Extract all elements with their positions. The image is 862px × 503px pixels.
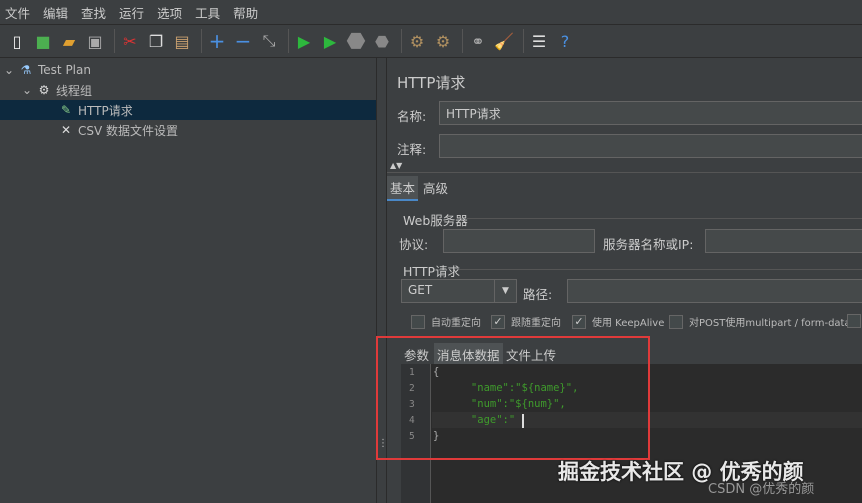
menu-edit[interactable]: 编辑 [38,3,76,22]
new-icon[interactable]: ▯ [6,30,28,52]
comment-label: 注释: [397,142,427,157]
name-label: 名称: [397,109,427,124]
collapse-icon[interactable]: − [232,29,254,53]
expand-icon[interactable]: + [206,29,228,53]
menu-help[interactable]: 帮助 [228,3,266,22]
menu-bar: 文件 编辑 查找 运行 选项 工具 帮助 [0,0,862,25]
test-plan-tree: ⌄ ⚗ Test Plan ⌄ ⚙ 线程组 ✎ HTTP请求 ✕ CSV 数据文件设置 [0,58,377,503]
open-icon[interactable]: ▰ [58,30,80,52]
clear-icon[interactable]: ⚙ [406,30,428,52]
keepalive-checkbox[interactable]: ✓ 使用 KeepAlive [572,314,664,329]
function-helper-icon[interactable]: ☰ [528,30,550,52]
web-server-heading: Web服务器 [403,213,468,228]
watermark-csdn: CSDN @优秀的颜 [708,482,815,497]
search-icon[interactable]: ⚭ [467,30,489,52]
tree-node-csv-config[interactable]: ✕ CSV 数据文件设置 [58,120,178,140]
start-icon[interactable]: ▶ [293,30,315,52]
tree-node-test-plan[interactable]: ⌄ ⚗ Test Plan [4,60,91,80]
server-label: 服务器名称或IP: [603,237,694,252]
auto-redirect-checkbox[interactable]: 自动重定向 [411,314,481,329]
highlight-box [376,336,650,460]
chevron-down-icon[interactable]: ⌄ [22,83,36,97]
reset-search-icon[interactable]: 🧹 [493,30,515,52]
comment-field[interactable] [439,134,862,158]
stop-icon[interactable]: ⬣ [345,29,367,54]
tree-node-http-request[interactable]: ✎ HTTP请求 [0,100,376,120]
tree-node-thread-group[interactable]: ⌄ ⚙ 线程组 [22,80,92,100]
paste-icon[interactable]: ▤ [171,30,193,52]
cut-icon[interactable]: ✂ [119,30,141,52]
multipart-checkbox[interactable]: 对POST使用multipart / form-data [669,314,851,329]
copy-icon[interactable]: ❐ [145,30,167,52]
collapse-arrows-icon[interactable]: ▲▼ [390,161,402,170]
tab-advanced[interactable]: 高级 [420,176,451,199]
pipette-icon: ✎ [60,103,72,117]
http-request-heading: HTTP请求 [403,264,460,279]
wrench-icon: ✕ [60,123,72,137]
toggle-icon[interactable]: ⤡ [258,30,280,52]
clear-all-icon[interactable]: ⚙ [432,30,454,52]
save-icon[interactable]: ▣ [84,30,106,52]
server-field[interactable] [705,229,862,253]
menu-run[interactable]: 运行 [114,3,152,22]
shutdown-icon[interactable]: ⬣ [371,30,393,52]
protocol-label: 协议: [399,237,429,252]
chevron-down-icon[interactable]: ⌄ [4,63,18,77]
path-field[interactable] [567,279,862,303]
path-label: 路径: [523,287,553,302]
flask-icon: ⚗ [20,63,32,77]
browser-headers-checkbox[interactable] [847,314,862,328]
protocol-field[interactable] [443,229,595,253]
menu-search[interactable]: 查找 [76,3,114,22]
name-field[interactable]: HTTP请求 [439,101,862,125]
chevron-down-icon: ▼ [494,280,516,302]
gear-icon: ⚙ [38,83,50,97]
tab-basic[interactable]: 基本 [387,176,419,201]
menu-file[interactable]: 文件 [0,3,38,22]
help-icon[interactable]: ? [554,30,576,52]
templates-icon[interactable]: ■ [32,30,54,52]
menu-options[interactable]: 选项 [152,3,190,22]
panel-title: HTTP请求 [397,74,466,92]
follow-redirect-checkbox[interactable]: ✓ 跟随重定向 [491,314,561,329]
toolbar: ▯ ■ ▰ ▣ ✂ ❐ ▤ + − ⤡ ▶ ▶ ⬣ ⬣ ⚙ ⚙ ⚭ 🧹 ☰ ? [0,25,862,58]
menu-tools[interactable]: 工具 [190,3,228,22]
start-no-pause-icon[interactable]: ▶ [319,30,341,52]
method-select[interactable]: GET ▼ [401,279,517,303]
